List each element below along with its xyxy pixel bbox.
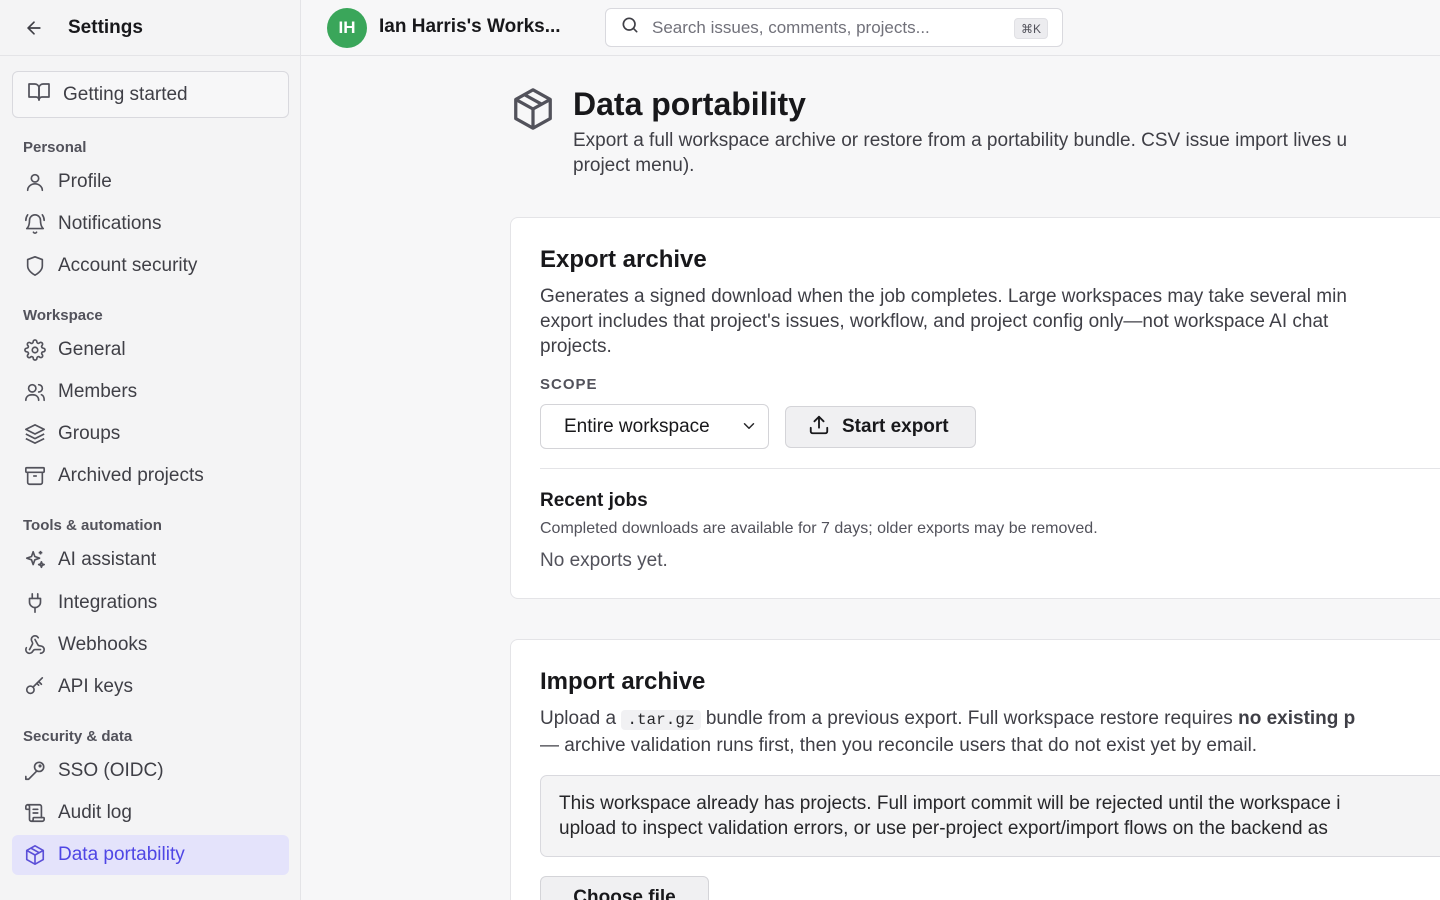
user-icon bbox=[23, 170, 47, 194]
page-description: Export a full workspace archive or resto… bbox=[573, 128, 1440, 178]
bell-ring-icon bbox=[23, 212, 47, 236]
sidebar-item-label: Archived projects bbox=[58, 465, 204, 486]
scroll-text-icon bbox=[23, 801, 47, 825]
search-icon bbox=[620, 15, 640, 40]
getting-started-button[interactable]: Getting started bbox=[12, 71, 289, 118]
sidebar-item-label: Webhooks bbox=[58, 634, 148, 655]
recent-jobs-title: Recent jobs bbox=[540, 490, 648, 511]
search-box[interactable]: ⌘K bbox=[605, 8, 1063, 47]
upload-icon bbox=[808, 414, 830, 441]
sidebar-item-profile[interactable]: Profile bbox=[12, 162, 289, 202]
sidebar-item-notifications[interactable]: Notifications bbox=[12, 204, 289, 244]
chevron-down-icon bbox=[740, 417, 758, 440]
sidebar-item-label: Integrations bbox=[58, 592, 158, 613]
sidebar-item-label: AI assistant bbox=[58, 549, 157, 570]
key-round-icon bbox=[23, 759, 47, 783]
webhook-icon bbox=[23, 633, 47, 657]
sidebar-item-label: Groups bbox=[58, 423, 121, 444]
export-desc-line: projects. bbox=[540, 336, 612, 357]
file-extension-code: .tar.gz bbox=[621, 710, 701, 730]
recent-jobs-empty: No exports yet. bbox=[540, 550, 668, 571]
import-desc-prefix: Upload a bbox=[540, 708, 617, 729]
sidebar-item-label: API keys bbox=[58, 676, 133, 697]
sidebar-item-general[interactable]: General bbox=[12, 330, 289, 370]
settings-sidebar: Settings Getting started Personal Profil… bbox=[0, 0, 301, 900]
sidebar-item-audit-log[interactable]: Audit log bbox=[12, 793, 289, 833]
divider bbox=[540, 468, 1440, 469]
sidebar-item-label: Data portability bbox=[58, 844, 185, 865]
scope-label: SCOPE bbox=[540, 376, 598, 393]
import-desc-line: Upload a .tar.gz bundle from a previous … bbox=[540, 706, 1440, 733]
import-desc-line: — archive validation runs first, then yo… bbox=[540, 735, 1258, 756]
workspace-avatar[interactable]: IH bbox=[327, 8, 367, 48]
import-desc-bold: no existing p bbox=[1238, 708, 1356, 729]
package-icon bbox=[510, 86, 556, 137]
export-archive-title: Export archive bbox=[540, 246, 707, 273]
top-bar: IH Ian Harris's Works... ⌘K bbox=[301, 0, 1440, 56]
key-icon bbox=[23, 675, 47, 699]
sidebar-item-ai-assistant[interactable]: AI assistant bbox=[12, 540, 289, 580]
notice-line: upload to inspect validation errors, or … bbox=[559, 818, 1328, 839]
choose-file-button[interactable]: Choose file bbox=[540, 876, 709, 900]
getting-started-label: Getting started bbox=[63, 83, 188, 105]
sidebar-item-data-portability[interactable]: Data portability bbox=[12, 835, 289, 875]
scope-select-value: Entire workspace bbox=[564, 415, 710, 437]
notice-line: This workspace already has projects. Ful… bbox=[559, 793, 1341, 814]
package-icon bbox=[23, 843, 47, 867]
sidebar-item-label: Members bbox=[58, 381, 138, 402]
sidebar-item-members[interactable]: Members bbox=[12, 372, 289, 412]
section-label-tools: Tools & automation bbox=[23, 517, 162, 534]
layers-icon bbox=[23, 422, 47, 446]
sidebar-item-api-keys[interactable]: API keys bbox=[12, 667, 289, 707]
sidebar-header: Settings bbox=[0, 0, 300, 56]
import-warning-notice: This workspace already has projects. Ful… bbox=[540, 775, 1440, 857]
plug-icon bbox=[23, 591, 47, 615]
archive-icon bbox=[23, 464, 47, 488]
sidebar-item-groups[interactable]: Groups bbox=[12, 414, 289, 454]
shield-icon bbox=[23, 254, 47, 278]
users-icon bbox=[23, 380, 47, 404]
import-archive-card: Import archive Upload a .tar.gz bundle f… bbox=[510, 639, 1440, 900]
search-shortcut-badge: ⌘K bbox=[1013, 18, 1048, 39]
section-label-personal: Personal bbox=[23, 139, 87, 156]
sidebar-item-label: Account security bbox=[58, 255, 198, 276]
import-desc-mid: bundle from a previous export. Full work… bbox=[705, 708, 1233, 729]
sidebar-item-label: Audit log bbox=[58, 802, 132, 823]
section-label-security: Security & data bbox=[23, 728, 133, 745]
scope-select[interactable]: Entire workspace bbox=[540, 404, 769, 449]
sidebar-item-integrations[interactable]: Integrations bbox=[12, 583, 289, 623]
start-export-label: Start export bbox=[842, 416, 949, 437]
sidebar-item-label: Notifications bbox=[58, 213, 162, 234]
start-export-button[interactable]: Start export bbox=[785, 406, 976, 448]
back-arrow-icon[interactable] bbox=[22, 16, 46, 40]
page-description-line: project menu). bbox=[573, 155, 695, 176]
sidebar-title: Settings bbox=[68, 16, 143, 38]
export-archive-card: Export archive Generates a signed downlo… bbox=[510, 217, 1440, 599]
sparkles-icon bbox=[23, 548, 47, 572]
sidebar-item-sso[interactable]: SSO (OIDC) bbox=[12, 751, 289, 791]
import-archive-description: Upload a .tar.gz bundle from a previous … bbox=[540, 706, 1440, 758]
sidebar-item-archived-projects[interactable]: Archived projects bbox=[12, 456, 289, 496]
recent-jobs-subtitle: Completed downloads are available for 7 … bbox=[540, 520, 1098, 537]
section-label-workspace: Workspace bbox=[23, 307, 103, 324]
export-desc-line: Generates a signed download when the job… bbox=[540, 286, 1347, 307]
import-archive-title: Import archive bbox=[540, 668, 706, 695]
export-archive-description: Generates a signed download when the job… bbox=[540, 284, 1440, 359]
export-desc-line: export includes that project's issues, w… bbox=[540, 311, 1329, 332]
page-description-line: Export a full workspace archive or resto… bbox=[573, 130, 1348, 151]
gear-icon bbox=[23, 338, 47, 362]
sidebar-item-label: General bbox=[58, 339, 126, 360]
book-open-icon bbox=[27, 80, 51, 109]
page-title: Data portability bbox=[573, 86, 806, 122]
search-input[interactable] bbox=[652, 17, 992, 38]
workspace-name[interactable]: Ian Harris's Works... bbox=[379, 16, 561, 38]
sidebar-item-account-security[interactable]: Account security bbox=[12, 246, 289, 286]
sidebar-item-label: SSO (OIDC) bbox=[58, 760, 164, 781]
sidebar-item-label: Profile bbox=[58, 171, 112, 192]
sidebar-item-webhooks[interactable]: Webhooks bbox=[12, 625, 289, 665]
